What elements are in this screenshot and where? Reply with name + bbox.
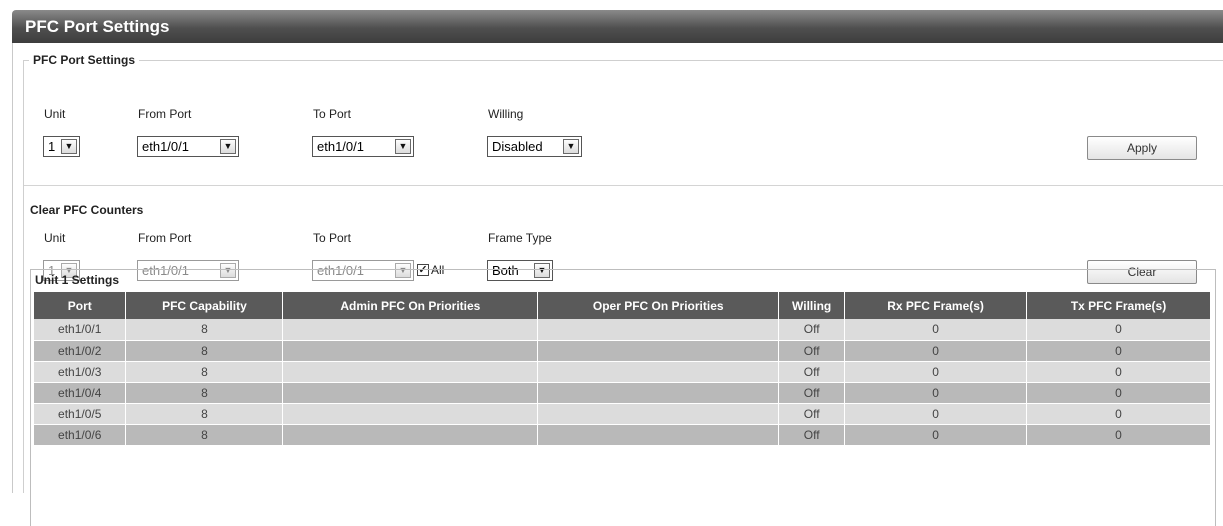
page-title: PFC Port Settings <box>12 10 1223 43</box>
cell-port: eth1/0/5 <box>34 403 127 425</box>
from-port-select[interactable]: eth1/0/1 ▼ <box>137 136 239 157</box>
unit-label: Unit <box>44 107 66 121</box>
table-row: eth1/0/4 8 Off 0 0 <box>34 382 1211 404</box>
to-port-label: To Port <box>313 107 352 121</box>
col-rx-frames: Rx PFC Frame(s) <box>844 292 1028 319</box>
cell-oper <box>537 319 780 341</box>
col-tx-frames: Tx PFC Frame(s) <box>1026 292 1211 319</box>
to-port-value: eth1/0/1 <box>317 139 364 154</box>
col-willing: Willing <box>778 292 846 319</box>
table-row: eth1/0/2 8 Off 0 0 <box>34 340 1211 362</box>
cell-willing: Off <box>778 340 846 362</box>
pfc-table: Port PFC Capability Admin PFC On Priorit… <box>34 292 1211 446</box>
cell-admin <box>282 382 539 404</box>
table-row: eth1/0/3 8 Off 0 0 <box>34 361 1211 383</box>
table-header-row: Port PFC Capability Admin PFC On Priorit… <box>34 292 1211 319</box>
table-row: eth1/0/5 8 Off 0 0 <box>34 403 1211 425</box>
cell-tx: 0 <box>1026 340 1211 362</box>
unit-select-value: 1 <box>48 139 56 154</box>
from-port-label: From Port <box>138 107 192 121</box>
cell-tx: 0 <box>1026 424 1211 446</box>
clear-to-port-label: To Port <box>313 231 352 245</box>
cell-willing: Off <box>778 424 846 446</box>
cell-willing: Off <box>778 382 846 404</box>
clear-from-port-label: From Port <box>138 231 192 245</box>
cell-rx: 0 <box>844 403 1028 425</box>
cell-capability: 8 <box>125 403 284 425</box>
unit-select[interactable]: 1 ▼ <box>43 136 80 157</box>
cell-rx: 0 <box>844 340 1028 362</box>
cell-rx: 0 <box>844 424 1028 446</box>
cell-capability: 8 <box>125 361 284 383</box>
cell-admin <box>282 319 539 341</box>
col-oper-pfc: Oper PFC On Priorities <box>537 292 780 319</box>
col-admin-pfc: Admin PFC On Priorities <box>282 292 539 319</box>
cell-oper <box>537 361 780 383</box>
willing-value: Disabled <box>492 139 543 154</box>
cell-oper <box>537 424 780 446</box>
willing-select[interactable]: Disabled ▼ <box>487 136 582 157</box>
cell-willing: Off <box>778 319 846 341</box>
cell-capability: 8 <box>125 319 284 341</box>
cell-rx: 0 <box>844 382 1028 404</box>
main-panel: PFC Port Settings Unit 1 ▼ From Port eth… <box>12 43 1223 526</box>
cell-admin <box>282 340 539 362</box>
unit-settings-title: Unit 1 Settings <box>35 273 120 287</box>
cell-admin <box>282 424 539 446</box>
cell-oper <box>537 382 780 404</box>
cell-admin <box>282 403 539 425</box>
section-divider <box>24 185 1223 186</box>
chevron-down-icon: ▼ <box>395 139 411 154</box>
cell-tx: 0 <box>1026 403 1211 425</box>
cell-rx: 0 <box>844 319 1028 341</box>
cell-admin <box>282 361 539 383</box>
table-row: eth1/0/6 8 Off 0 0 <box>34 424 1211 446</box>
cell-capability: 8 <box>125 424 284 446</box>
cell-port: eth1/0/2 <box>34 340 127 362</box>
cell-willing: Off <box>778 403 846 425</box>
table-row: eth1/0/1 8 Off 0 0 <box>34 319 1211 341</box>
clear-counters-title: Clear PFC Counters <box>30 203 144 217</box>
cell-capability: 8 <box>125 340 284 362</box>
to-port-select[interactable]: eth1/0/1 ▼ <box>312 136 414 157</box>
cell-tx: 0 <box>1026 319 1211 341</box>
cell-capability: 8 <box>125 382 284 404</box>
cell-port: eth1/0/6 <box>34 424 127 446</box>
willing-label: Willing <box>488 107 524 121</box>
cell-willing: Off <box>778 361 846 383</box>
cell-port: eth1/0/3 <box>34 361 127 383</box>
col-port: Port <box>34 292 127 319</box>
pfc-settings-legend: PFC Port Settings <box>33 53 136 67</box>
col-pfc-capability: PFC Capability <box>125 292 284 319</box>
cell-port: eth1/0/1 <box>34 319 127 341</box>
cell-oper <box>537 340 780 362</box>
chevron-down-icon: ▼ <box>563 139 579 154</box>
apply-button[interactable]: Apply <box>1087 136 1197 160</box>
chevron-down-icon: ▼ <box>220 139 236 154</box>
cell-tx: 0 <box>1026 361 1211 383</box>
cell-port: eth1/0/4 <box>34 382 127 404</box>
cell-oper <box>537 403 780 425</box>
clear-unit-label: Unit <box>44 231 66 245</box>
cell-tx: 0 <box>1026 382 1211 404</box>
from-port-value: eth1/0/1 <box>142 139 189 154</box>
chevron-down-icon: ▼ <box>61 139 77 154</box>
cell-rx: 0 <box>844 361 1028 383</box>
frame-type-label: Frame Type <box>488 231 552 245</box>
